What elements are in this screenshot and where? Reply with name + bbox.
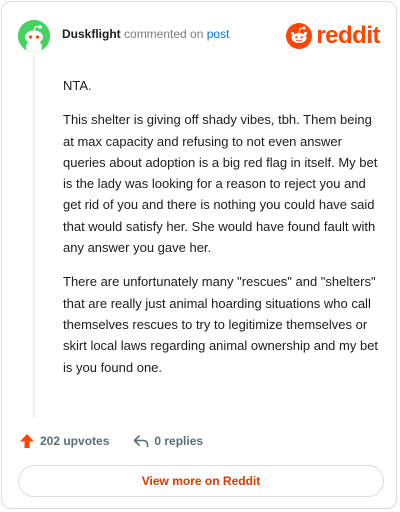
reply-arrow-icon xyxy=(134,435,149,448)
comment-paragraph: There are unfortunately many "rescues" a… xyxy=(63,274,379,375)
comment-body: NTA. This shelter is giving off shady vi… xyxy=(63,75,381,391)
reddit-logo[interactable]: reddit xyxy=(286,20,380,52)
upvote-arrow-icon xyxy=(20,434,34,448)
meta-verb: commented on xyxy=(124,27,204,41)
post-link[interactable]: post xyxy=(207,27,230,41)
comment-header: Duskflight commented on post reddit xyxy=(18,18,380,52)
upvote-button[interactable]: 202 upvotes xyxy=(19,433,109,449)
avatar[interactable] xyxy=(18,20,50,52)
upvote-count: 202 upvotes xyxy=(40,434,110,448)
comment-meta: Duskflight commented on post xyxy=(62,27,229,41)
reddit-wordmark: reddit xyxy=(316,22,380,49)
comment-paragraph: NTA. xyxy=(63,78,92,93)
thread-line xyxy=(33,57,35,417)
reply-button[interactable]: 0 replies xyxy=(133,433,203,449)
comment-card: Duskflight commented on post reddit NTA.… xyxy=(1,1,397,509)
comment-paragraph: This shelter is giving off shady vibes, … xyxy=(63,112,378,256)
author-name[interactable]: Duskflight xyxy=(62,27,121,41)
reply-count: 0 replies xyxy=(154,434,204,448)
comment-actions: 202 upvotes 0 replies xyxy=(19,431,227,451)
snoo-avatar-icon xyxy=(18,20,50,52)
view-more-button[interactable]: View more on Reddit xyxy=(18,465,384,497)
reddit-logo-icon xyxy=(286,23,313,49)
